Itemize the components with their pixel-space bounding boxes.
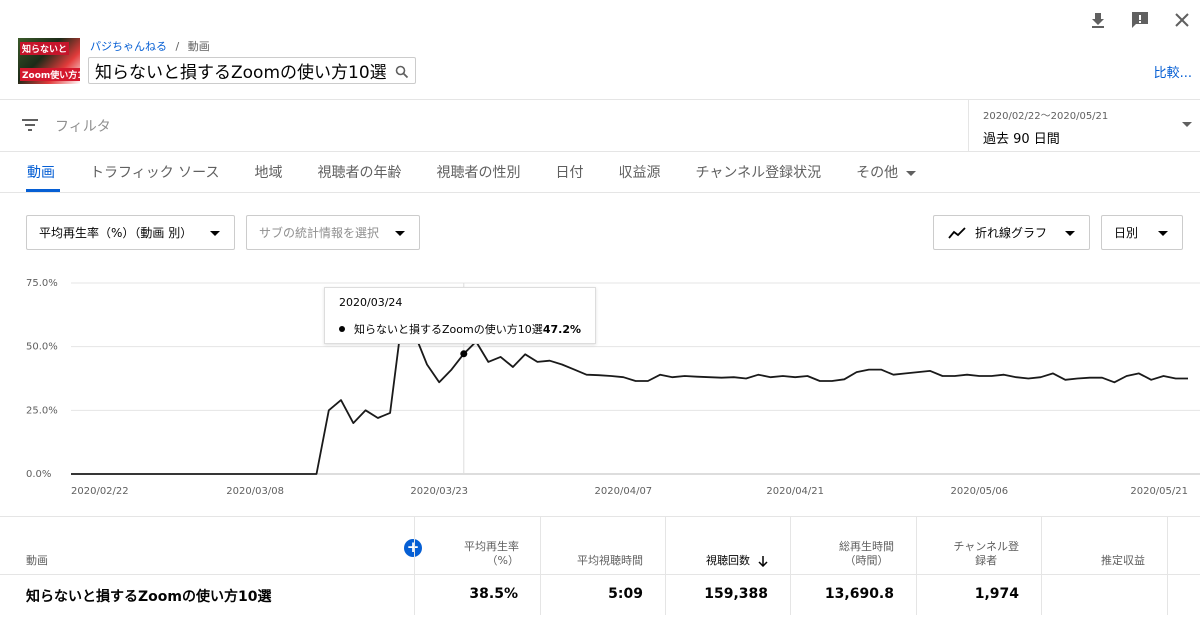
- x-tick-label: 2020/05/06: [951, 486, 1009, 497]
- chevron-down-icon: [1158, 231, 1168, 236]
- header-line-1: 平均再生率: [464, 540, 519, 553]
- column-header-watch-time[interactable]: 総再生時間 （時間）: [839, 540, 894, 568]
- x-tick-label: 2020/05/21: [1130, 486, 1188, 497]
- breadcrumb-separator: /: [175, 40, 180, 53]
- tab-video[interactable]: 動画: [14, 152, 68, 192]
- tab-subscription-status[interactable]: チャンネル登録状況: [682, 152, 834, 192]
- search-icon: [395, 64, 409, 78]
- breadcrumb-section: 動画: [187, 40, 210, 53]
- column-avg-view-pct: 平均再生率 （%） 38.5%: [414, 517, 540, 615]
- cell-subscribers: 1,974: [974, 586, 1019, 602]
- tab-viewer-gender[interactable]: 視聴者の性別: [423, 152, 533, 192]
- x-tick-label: 2020/04/21: [766, 486, 824, 497]
- column-watch-time: 総再生時間 （時間） 13,690.8: [790, 517, 916, 615]
- line-chart[interactable]: 0.0% 25.0% 50.0% 75.0% 2020/02/22 2020/03/08 2…: [0, 265, 1200, 505]
- tooltip-series-name: 知らないと損するZoomの使い方10選: [354, 323, 543, 336]
- tab-more-label: その他: [856, 165, 899, 181]
- chevron-down-icon: [210, 231, 220, 236]
- tab-date[interactable]: 日付: [542, 152, 596, 192]
- breadcrumb: パジちゃんねる / 動画: [90, 38, 210, 54]
- column-spacer: [1167, 517, 1200, 615]
- chevron-down-icon: [395, 231, 405, 236]
- cell-avg-view-pct: 38.5%: [469, 586, 518, 602]
- column-header-avg-view-pct[interactable]: 平均再生率 （%）: [415, 540, 519, 568]
- compare-link[interactable]: 比較...: [1154, 62, 1192, 81]
- filter-input[interactable]: フィルタ: [55, 116, 111, 136]
- breadcrumb-channel-link[interactable]: パジちゃんねる: [90, 40, 167, 53]
- sort-arrow-down-icon: [758, 555, 768, 568]
- y-tick-label: 50.0%: [26, 342, 58, 353]
- column-revenue: 推定収益: [1041, 517, 1167, 615]
- video-title: 知らないと損するZoomの使い方10選: [95, 63, 387, 83]
- granularity-label: 日別: [1114, 226, 1139, 240]
- metric-dropdown[interactable]: 平均再生率（%）（動画 別）: [26, 215, 235, 250]
- data-table: 動画 + 平均再生率 （%） 38.5% 平均視聴時間 5:09 視聴回数 15…: [0, 516, 1200, 620]
- cell-watch-time: 13,690.8: [824, 586, 894, 602]
- tooltip-value: 47.2%: [542, 322, 581, 336]
- tab-traffic-source[interactable]: トラフィック ソース: [77, 152, 232, 192]
- date-preset-label: 過去 90 日間: [983, 132, 1060, 147]
- header-views-label: 視聴回数: [706, 554, 750, 567]
- header-line-1: 総再生時間: [839, 540, 894, 553]
- header-line-2: （%）: [486, 554, 519, 567]
- y-tick-label: 0.0%: [26, 469, 51, 480]
- column-header-subscribers[interactable]: チャンネル登 録者: [953, 540, 1019, 568]
- filter-bar: フィルタ 2020/02/22〜2020/05/21 過去 90 日間: [0, 100, 1200, 152]
- top-actions: [1088, 10, 1192, 30]
- cell-views: 159,388: [704, 586, 768, 602]
- video-title-selector[interactable]: 知らないと損するZoomの使い方10選: [88, 57, 416, 84]
- metric-dropdown-label: 平均再生率（%）（動画 別）: [39, 226, 193, 240]
- video-thumbnail[interactable]: 知らないと Zoom使い方10: [18, 38, 80, 84]
- tab-revenue-source[interactable]: 収益源: [605, 152, 673, 192]
- tab-geography[interactable]: 地域: [241, 152, 295, 192]
- close-icon[interactable]: [1172, 10, 1192, 30]
- column-avg-view-duration: 平均視聴時間 5:09: [540, 517, 665, 615]
- header-line-1: チャンネル登: [953, 540, 1019, 553]
- sub-metric-dropdown[interactable]: サブの統計情報を選択: [246, 215, 420, 250]
- feedback-icon[interactable]: [1130, 10, 1150, 30]
- x-tick-label: 2020/02/22: [71, 486, 129, 497]
- column-header-views[interactable]: 視聴回数: [706, 554, 768, 568]
- tab-viewer-age[interactable]: 視聴者の年齢: [304, 152, 414, 192]
- tooltip-date: 2020/03/24: [339, 296, 403, 309]
- thumbnail-text-bottom: Zoom使い方10: [20, 68, 80, 81]
- page-header: 知らないと Zoom使い方10 パジちゃんねる / 動画 知らないと損するZoo…: [0, 0, 1200, 100]
- x-tick-label: 2020/03/08: [226, 486, 284, 497]
- chart-type-label: 折れ線グラフ: [975, 226, 1048, 240]
- x-tick-label: 2020/03/23: [410, 486, 468, 497]
- y-tick-label: 75.0%: [26, 278, 58, 289]
- header-line-2: 録者: [975, 554, 998, 567]
- chart-tooltip: 2020/03/24 知らないと損するZoomの使い方10選 47.2%: [324, 287, 596, 344]
- column-views: 視聴回数 159,388: [665, 517, 790, 615]
- column-header-revenue[interactable]: 推定収益: [1101, 554, 1145, 568]
- column-header-avg-view-duration[interactable]: 平均視聴時間: [577, 554, 643, 568]
- thumbnail-text-top: 知らないと: [20, 42, 70, 55]
- filter-icon[interactable]: [22, 119, 38, 131]
- column-header-video[interactable]: 動画: [26, 554, 48, 568]
- chart-type-dropdown[interactable]: 折れ線グラフ: [933, 215, 1090, 250]
- sub-metric-placeholder: サブの統計情報を選択: [259, 226, 380, 240]
- series-dot-icon: [339, 326, 345, 332]
- chevron-down-icon: [906, 170, 917, 176]
- date-range-text: 2020/02/22〜2020/05/21: [983, 111, 1109, 122]
- granularity-dropdown[interactable]: 日別: [1101, 215, 1183, 250]
- line-chart-icon: [948, 226, 966, 239]
- tab-more[interactable]: その他: [843, 152, 929, 192]
- report-tabs: 動画 トラフィック ソース 地域 視聴者の年齢 視聴者の性別 日付 収益源 チャ…: [0, 152, 1200, 193]
- series-line: [71, 315, 1188, 475]
- y-tick-label: 25.0%: [26, 405, 58, 416]
- row-divider: [0, 574, 1200, 575]
- cell-video-title[interactable]: 知らないと損するZoomの使い方10選: [26, 586, 271, 606]
- chevron-down-icon: [1065, 231, 1075, 236]
- column-subscribers: チャンネル登 録者 1,974: [916, 517, 1041, 615]
- chevron-down-icon: [1182, 122, 1192, 127]
- header-line-2: （時間）: [844, 554, 889, 567]
- download-icon[interactable]: [1088, 10, 1108, 30]
- cell-avg-view-duration: 5:09: [608, 586, 643, 602]
- x-tick-label: 2020/04/07: [595, 486, 653, 497]
- data-point: [460, 350, 468, 358]
- date-range-selector[interactable]: 2020/02/22〜2020/05/21 過去 90 日間: [968, 100, 1200, 152]
